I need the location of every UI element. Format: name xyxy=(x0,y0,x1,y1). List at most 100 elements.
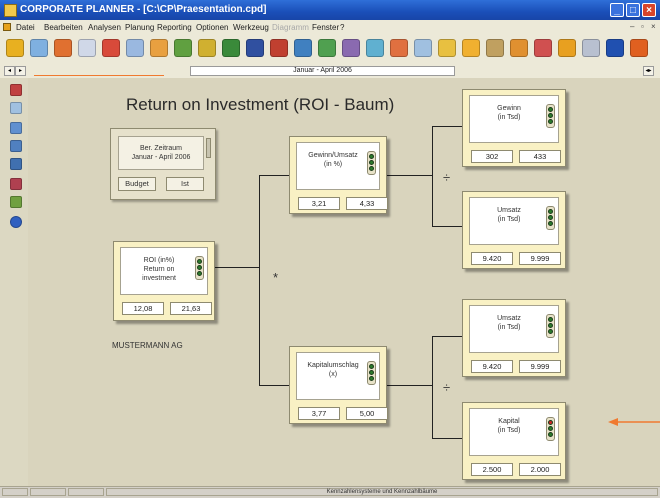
node-kapital[interactable]: Kapital (in Tsd) 2.500 2.000 xyxy=(462,402,566,480)
budget-value[interactable]: 2.500 xyxy=(471,463,513,476)
menu-reporting[interactable]: Reporting xyxy=(157,23,192,32)
menu-datei[interactable]: Datei xyxy=(16,23,35,32)
connector xyxy=(432,126,462,127)
arrows-icon[interactable] xyxy=(534,39,552,57)
node-roi[interactable]: ROI (in%) Return on investment 12,08 21,… xyxy=(113,241,215,321)
nav-right-icon[interactable]: ▸ xyxy=(15,66,26,76)
connector xyxy=(432,336,462,337)
line-chart-icon[interactable] xyxy=(270,39,288,57)
period-scrollbar[interactable] xyxy=(206,138,211,158)
period-panel: Ber. Zeitraum Januar - April 2006 Budget… xyxy=(110,128,216,200)
budget-value[interactable]: 9.420 xyxy=(471,252,513,265)
traffic-light-icon xyxy=(195,256,204,280)
node-label-box: ROI (in%) Return on investment xyxy=(120,247,208,295)
doc-minimize-icon[interactable]: – xyxy=(630,22,634,31)
window-icon[interactable] xyxy=(126,39,144,57)
tree-icon[interactable] xyxy=(54,39,72,57)
node-umsatz-bottom[interactable]: Umsatz (in Tsd) 9.420 9.999 xyxy=(462,299,566,377)
budget-button[interactable]: Budget xyxy=(118,177,156,191)
nav-left-icon[interactable]: ◂ xyxy=(4,66,15,76)
actual-value[interactable]: 9.999 xyxy=(519,252,561,265)
actual-value[interactable]: 4,33 xyxy=(346,197,388,210)
divide-operator-top: ÷ xyxy=(443,170,451,185)
doc-close-icon[interactable]: × xyxy=(651,22,656,31)
actual-value[interactable]: 21,63 xyxy=(170,302,212,315)
toolbar xyxy=(0,36,660,65)
menu-analysen[interactable]: Analysen xyxy=(88,23,121,32)
report-icon[interactable] xyxy=(10,140,22,152)
print-icon[interactable] xyxy=(582,39,600,57)
forecast-icon[interactable] xyxy=(150,39,168,57)
budget-value[interactable]: 9.420 xyxy=(471,360,513,373)
connector xyxy=(432,226,462,227)
sheet-icon[interactable] xyxy=(10,102,22,114)
scatter-icon[interactable] xyxy=(342,39,360,57)
node-kapitalumschlag[interactable]: Kapitalumschlag (x) 3,77 5,00 xyxy=(289,346,388,424)
save-icon[interactable] xyxy=(606,39,624,57)
puzzle-icon[interactable] xyxy=(510,39,528,57)
globe-icon[interactable] xyxy=(10,84,22,96)
pin-icon[interactable] xyxy=(318,39,336,57)
menu-werkzeug[interactable]: Werkzeug xyxy=(233,23,269,32)
status-bar: Kennzahlensysteme und Kennzahlbäume xyxy=(0,486,660,498)
actual-button[interactable]: Ist xyxy=(166,177,204,191)
analysis-icon[interactable] xyxy=(10,158,22,170)
actual-value[interactable]: 433 xyxy=(519,150,561,163)
menu-fenster[interactable]: Fenster xyxy=(312,23,339,32)
actual-value[interactable]: 2.000 xyxy=(519,463,561,476)
grid-icon[interactable] xyxy=(10,178,22,190)
bar-chart-icon[interactable] xyxy=(102,39,120,57)
company-name: MUSTERMANN AG xyxy=(112,341,183,350)
node-gewinn-umsatz[interactable]: Gewinn/Umsatz (in %) 3,21 4,33 xyxy=(289,136,388,214)
budget-value[interactable]: 12,08 xyxy=(122,302,164,315)
actual-value[interactable]: 5,00 xyxy=(346,407,388,420)
list-icon[interactable] xyxy=(414,39,432,57)
budget-value[interactable]: 3,77 xyxy=(298,407,340,420)
node-title-line2: (in Tsd) xyxy=(497,427,521,434)
export-icon[interactable] xyxy=(558,39,576,57)
transfer-icon[interactable] xyxy=(174,39,192,57)
node-label-box: Gewinn (in Tsd) xyxy=(469,95,559,143)
tools-icon[interactable] xyxy=(10,196,22,208)
connector xyxy=(432,336,433,438)
maximize-button[interactable]: □ xyxy=(626,3,640,17)
actual-value[interactable]: 9.999 xyxy=(519,360,561,373)
node-label-box: Gewinn/Umsatz (in %) xyxy=(296,142,380,190)
power-icon[interactable] xyxy=(630,39,648,57)
gear-icon[interactable] xyxy=(294,39,312,57)
menu-bearbeiten[interactable]: Bearbeiten xyxy=(44,23,83,32)
status-cell xyxy=(2,488,28,496)
connector xyxy=(432,438,462,439)
wand-icon[interactable] xyxy=(30,39,48,57)
side-toolbar xyxy=(0,78,28,486)
open-folder-icon[interactable] xyxy=(6,39,24,57)
budget-value[interactable]: 3,21 xyxy=(298,197,340,210)
doc-restore-icon[interactable]: ▫ xyxy=(641,22,644,31)
traffic-light-icon xyxy=(546,314,555,338)
book-icon[interactable] xyxy=(222,39,240,57)
nav-end-icon[interactable]: ◂▸ xyxy=(643,66,654,76)
help-icon[interactable] xyxy=(10,216,22,228)
menu-optionen[interactable]: Optionen xyxy=(196,23,228,32)
menu-planung[interactable]: Planung xyxy=(125,23,154,32)
period-range-field[interactable]: Januar - April 2006 xyxy=(190,66,455,76)
column-chart-icon[interactable] xyxy=(246,39,264,57)
document-icon[interactable] xyxy=(3,23,11,31)
chart-doc-icon[interactable] xyxy=(10,122,22,134)
budget-value[interactable]: 302 xyxy=(471,150,513,163)
minimize-button[interactable]: _ xyxy=(610,3,624,17)
filter-icon[interactable] xyxy=(366,39,384,57)
flag-icon[interactable] xyxy=(462,39,480,57)
node-title: Gewinn (in Tsd) xyxy=(474,104,544,122)
node-gewinn[interactable]: Gewinn (in Tsd) 302 433 xyxy=(462,89,566,167)
node-title-line2: (in Tsd) xyxy=(497,216,521,223)
menu-help[interactable]: ? xyxy=(340,23,344,32)
scissors-icon[interactable] xyxy=(198,39,216,57)
traffic-light-icon xyxy=(367,151,376,175)
close-button[interactable]: × xyxy=(642,3,656,17)
node-umsatz-top[interactable]: Umsatz (in Tsd) 9.420 9.999 xyxy=(462,191,566,269)
calendar-icon[interactable] xyxy=(486,39,504,57)
table-icon[interactable] xyxy=(78,39,96,57)
users-icon[interactable] xyxy=(390,39,408,57)
document-chart-icon[interactable] xyxy=(438,39,456,57)
